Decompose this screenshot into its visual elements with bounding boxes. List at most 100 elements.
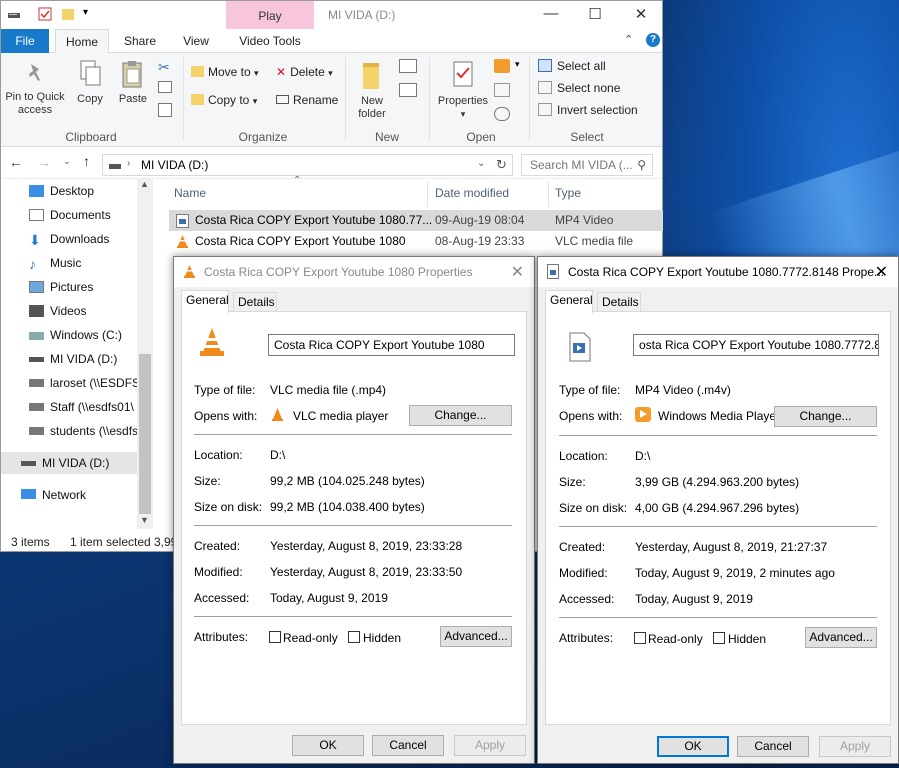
nav-item-laroset[interactable]: laroset (\\ESDFS0 [1, 372, 137, 394]
sort-ascending-icon: ⌃ [293, 175, 302, 186]
refresh-icon[interactable]: ↻ [496, 157, 507, 173]
column-header-type[interactable]: Type [555, 186, 581, 200]
filename-field[interactable]: osta Rica COPY Export Youtube 1080.7772.… [633, 334, 879, 356]
cut-icon[interactable]: ✂ [158, 59, 170, 76]
new-item-icon[interactable] [399, 59, 417, 73]
rename-button[interactable]: Rename [276, 93, 338, 107]
nav-label: students (\\esdfs [50, 424, 137, 438]
file-name: Costa Rica COPY Export Youtube 1080 [195, 234, 406, 248]
opens-with-value: VLC media player [293, 409, 389, 423]
ribbon-separator [529, 57, 530, 141]
nav-item-network[interactable]: Network [1, 484, 137, 506]
copy-button[interactable]: Copy [73, 59, 107, 106]
open-dropdown-icon[interactable]: ▾ [515, 59, 520, 70]
delete-icon: ✕ [276, 65, 287, 79]
invert-selection-button[interactable]: Invert selection [538, 103, 638, 117]
address-bar[interactable]: › MI VIDA (D:) ⌄ ↻ [102, 154, 513, 176]
nav-scrollbar[interactable]: ▲ ▼ [137, 179, 153, 529]
tab-details[interactable]: Details [597, 292, 641, 312]
nav-item-music[interactable]: ♪ Music [1, 252, 137, 274]
edit-icon[interactable] [494, 83, 510, 97]
tab-home[interactable]: Home [55, 29, 109, 54]
dialog-close-icon[interactable]: ✕ [511, 262, 524, 282]
nav-item-mi-vida-root[interactable]: MI VIDA (D:) [1, 452, 137, 474]
nav-item-pictures[interactable]: Pictures [1, 276, 137, 298]
address-dropdown-icon[interactable]: ⌄ [477, 158, 485, 169]
filename-field[interactable]: Costa Rica COPY Export Youtube 1080 [268, 334, 515, 356]
file-row-selected[interactable]: Costa Rica COPY Export Youtube 1080.77..… [169, 210, 663, 231]
accessed-value: Today, August 9, 2019 [270, 591, 388, 605]
help-icon[interactable]: ? [646, 33, 660, 47]
paste-button[interactable]: Paste [113, 59, 153, 106]
delete-button[interactable]: ✕ Delete ▾ [276, 65, 333, 79]
properties-button[interactable]: Properties ▾ [435, 59, 491, 121]
collapse-ribbon-icon[interactable]: ⌃ [624, 33, 633, 46]
nav-item-mi-vida[interactable]: MI VIDA (D:) [1, 348, 137, 370]
copy-path-icon[interactable] [158, 81, 172, 93]
nav-item-downloads[interactable]: ⬇ Downloads [1, 228, 137, 250]
select-all-button[interactable]: Select all [538, 59, 606, 73]
cancel-button[interactable]: Cancel [372, 735, 444, 756]
file-row[interactable]: Costa Rica COPY Export Youtube 1080 08-A… [169, 231, 663, 252]
apply-button[interactable]: Apply [454, 735, 526, 756]
apply-button[interactable]: Apply [819, 736, 891, 757]
close-button[interactable]: ✕ [621, 5, 661, 23]
forward-arrow-icon[interactable]: → [37, 154, 51, 170]
quick-access-dropdown-icon[interactable]: ▾ [83, 7, 88, 18]
easy-access-icon[interactable] [399, 83, 417, 97]
dialog-close-icon[interactable]: ✕ [875, 262, 888, 282]
back-arrow-icon[interactable]: ← [9, 154, 23, 170]
properties-check-icon[interactable] [38, 7, 52, 21]
mp4-large-icon [569, 332, 591, 362]
select-none-button[interactable]: Select none [538, 81, 620, 95]
column-header-name[interactable]: Name [174, 186, 206, 200]
copy-to-button[interactable]: Copy to ▾ [191, 93, 257, 107]
change-button[interactable]: Change... [774, 406, 877, 427]
scroll-up-icon[interactable]: ▲ [140, 179, 149, 189]
readonly-checkbox[interactable] [269, 631, 281, 643]
paste-shortcut-icon[interactable] [158, 103, 172, 117]
hidden-checkbox[interactable] [713, 632, 725, 644]
nav-item-staff[interactable]: Staff (\\esdfs01\ [1, 396, 137, 418]
minimize-button[interactable]: — [531, 5, 571, 22]
general-panel: Costa Rica COPY Export Youtube 1080 Type… [181, 311, 527, 725]
change-button[interactable]: Change... [409, 405, 512, 426]
scroll-thumb[interactable] [139, 354, 151, 514]
tab-share[interactable]: Share [117, 29, 163, 53]
hidden-checkbox[interactable] [348, 631, 360, 643]
location-label: Location: [559, 449, 608, 463]
properties-dropdown-icon: ▾ [460, 109, 466, 119]
nav-item-videos[interactable]: Videos [1, 300, 137, 322]
nav-item-windows-c[interactable]: Windows (C:) [1, 324, 137, 346]
new-folder-button[interactable]: New folder [351, 59, 393, 121]
pin-quick-access-button[interactable]: Pin to Quick access [3, 61, 67, 117]
ok-button[interactable]: OK [292, 735, 364, 756]
advanced-button[interactable]: Advanced... [440, 626, 512, 647]
nav-item-desktop[interactable]: Desktop [1, 180, 137, 202]
tab-details[interactable]: Details [233, 292, 277, 312]
nav-item-students[interactable]: students (\\esdfs [1, 420, 137, 442]
divider [559, 617, 877, 618]
scroll-down-icon[interactable]: ▼ [140, 515, 149, 525]
nav-item-documents[interactable]: Documents [1, 204, 137, 226]
readonly-checkbox[interactable] [634, 632, 646, 644]
maximize-button[interactable]: ☐ [575, 5, 615, 23]
tab-view[interactable]: View [173, 29, 219, 53]
history-icon[interactable] [494, 107, 510, 121]
ok-button[interactable]: OK [657, 736, 729, 757]
open-media-icon[interactable] [494, 59, 510, 73]
column-header-date[interactable]: Date modified [435, 186, 509, 200]
search-input[interactable]: Search MI VIDA (... ⚲ [521, 154, 653, 176]
cancel-button[interactable]: Cancel [737, 736, 809, 757]
recent-locations-icon[interactable]: ⌄ [63, 156, 71, 167]
tab-general[interactable]: General [181, 290, 229, 313]
move-to-icon [191, 66, 204, 77]
tab-general[interactable]: General [545, 290, 593, 313]
up-arrow-icon[interactable]: ↑ [83, 153, 90, 169]
tab-video-tools[interactable]: Video Tools [229, 29, 311, 53]
pin-icon [29, 64, 40, 81]
advanced-button[interactable]: Advanced... [805, 627, 877, 648]
new-folder-quick-icon[interactable] [61, 7, 75, 21]
move-to-button[interactable]: Move to ▾ [191, 65, 259, 79]
tab-file[interactable]: File [1, 29, 49, 53]
